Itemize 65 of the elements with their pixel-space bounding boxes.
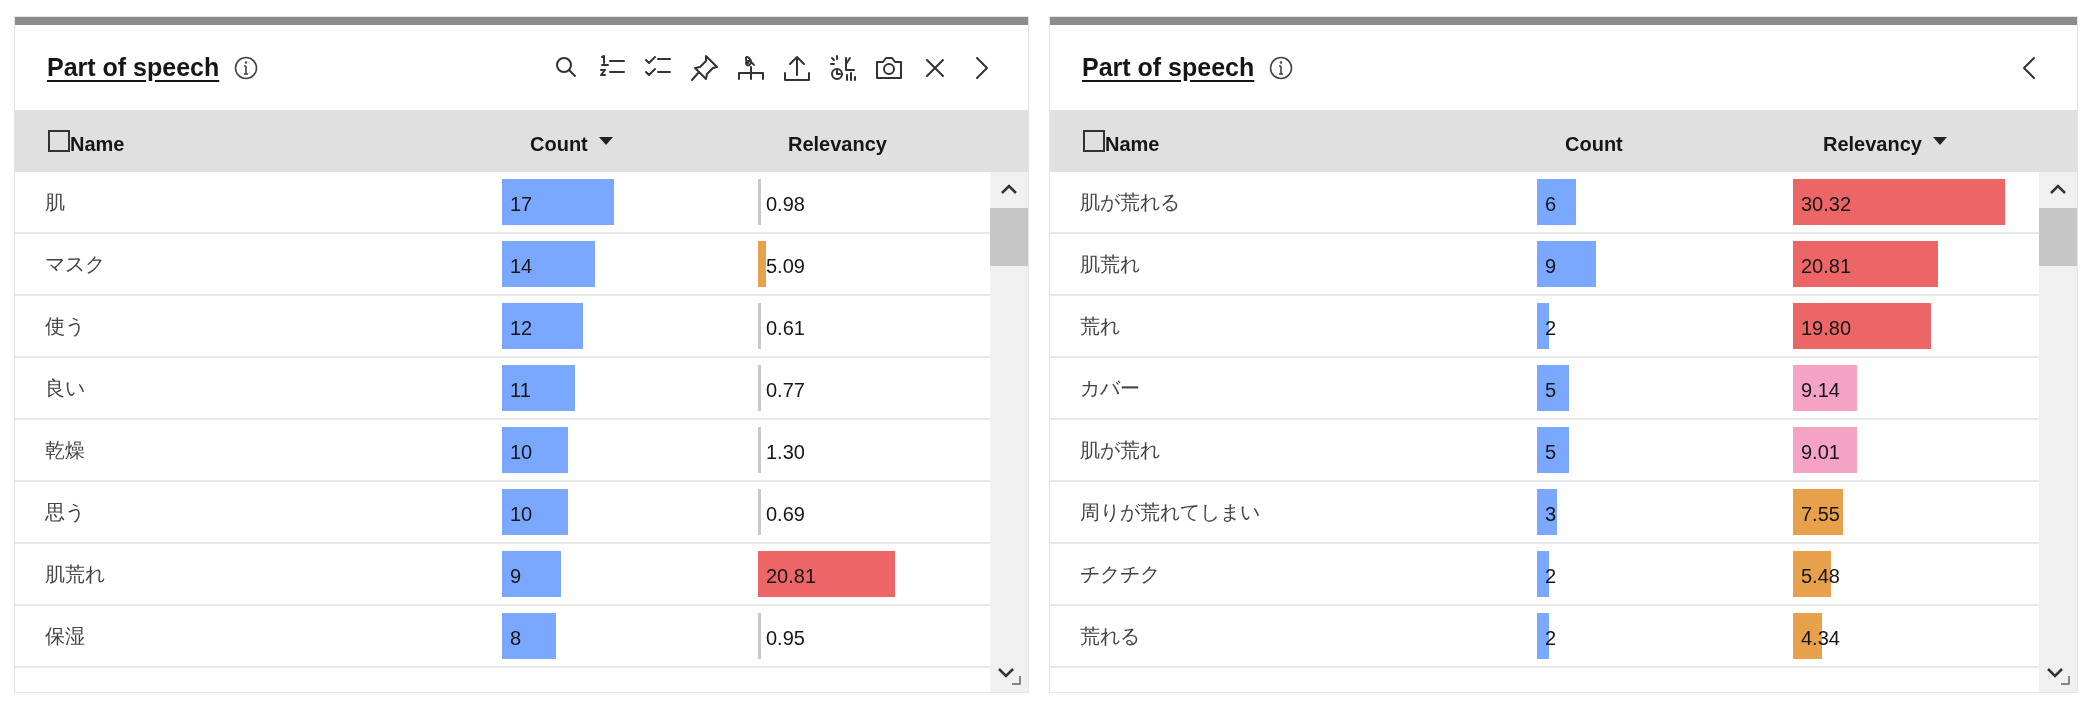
relevancy-value: 9.01 — [1800, 440, 1840, 465]
relevancy-value: 0.77 — [765, 378, 805, 403]
name-cell-text: 保湿 — [44, 624, 86, 649]
scroll-up-icon[interactable] — [2048, 182, 2068, 196]
relevancy-value: 5.09 — [765, 254, 805, 279]
count-value: 17 — [509, 192, 533, 217]
relevancy-value: 0.61 — [765, 316, 805, 341]
column-header[interactable]: Name — [1105, 129, 1160, 159]
relevancy-value: 7.55 — [1800, 502, 1840, 527]
panel-title[interactable]: Part of speech — [47, 48, 220, 87]
name-cell-text: 肌荒れ — [44, 562, 106, 587]
column-header[interactable]: Relevancy — [788, 129, 887, 159]
column-header[interactable]: Count — [530, 129, 588, 159]
count-value: 5 — [1544, 378, 1557, 403]
count-value: 5 — [1544, 440, 1557, 465]
relevancy-value: 1.30 — [765, 440, 805, 465]
name-cell-text: マスク — [44, 252, 106, 277]
sort-descending-icon[interactable] — [1931, 136, 1948, 146]
name-cell-text: 周りが荒れてしまい — [1079, 500, 1261, 525]
scroll-up-icon[interactable] — [999, 182, 1019, 196]
column-header[interactable]: Name — [70, 129, 125, 159]
name-cell-text: 荒れ — [1079, 314, 1121, 339]
relevancy-value: 19.80 — [1800, 316, 1852, 341]
relevancy-value: 30.32 — [1800, 192, 1852, 217]
info-icon[interactable] — [1268, 54, 1295, 81]
pin-icon[interactable] — [690, 52, 720, 83]
name-cell-text: 乾燥 — [44, 438, 86, 463]
sort-descending-icon[interactable] — [597, 136, 614, 146]
column-header[interactable]: Count — [1565, 129, 1623, 159]
scrollbar[interactable] — [2039, 172, 2077, 692]
name-cell-text: 肌が荒れ — [1079, 438, 1161, 463]
name-cell-text: カバー — [1079, 376, 1141, 401]
select-all-checkbox[interactable] — [1083, 130, 1105, 152]
count-value: 8 — [509, 626, 522, 651]
name-cell-text: 肌荒れ — [1079, 252, 1141, 277]
count-value: 10 — [509, 502, 533, 527]
column-header[interactable]: Relevancy — [1823, 129, 1922, 159]
name-cell-text: 使う — [44, 314, 86, 339]
relevancy-value: 9.14 — [1800, 378, 1840, 403]
count-value: 12 — [509, 316, 533, 341]
name-cell-text: チクチク — [1079, 562, 1161, 587]
name-cell-text: 荒れる — [1079, 624, 1141, 649]
relevancy-value: 20.81 — [1800, 254, 1852, 279]
count-value: 9 — [509, 564, 522, 589]
scrollbar[interactable] — [990, 172, 1028, 692]
name-cell-text: 良い — [44, 376, 86, 401]
relevancy-value: 0.69 — [765, 502, 805, 527]
count-value: 11 — [509, 378, 531, 403]
info-icon[interactable] — [233, 54, 260, 81]
select-all-checkbox[interactable] — [48, 130, 70, 152]
relevancy-value: 0.95 — [765, 626, 805, 651]
count-value: 6 — [1544, 192, 1557, 217]
name-cell-text: 肌 — [44, 190, 66, 215]
count-value: 9 — [1544, 254, 1557, 279]
count-value: 14 — [509, 254, 533, 279]
relevancy-value: 20.81 — [765, 564, 817, 589]
name-cell-text: 思う — [44, 500, 86, 525]
relevancy-value: 0.98 — [765, 192, 805, 217]
scroll-thumb[interactable] — [2039, 208, 2077, 266]
scroll-thumb[interactable] — [990, 208, 1028, 266]
count-value: 10 — [509, 440, 533, 465]
panel-title[interactable]: Part of speech — [1082, 48, 1255, 87]
name-cell-text: 肌が荒れる — [1079, 190, 1181, 215]
sparkle-chart-icon[interactable] — [828, 52, 858, 83]
count-value: 3 — [1544, 502, 1557, 527]
